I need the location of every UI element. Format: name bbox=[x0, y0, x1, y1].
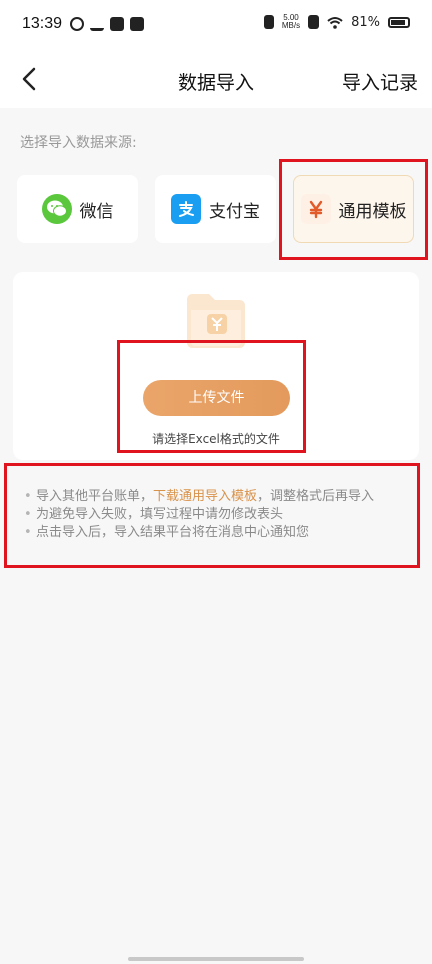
download-template-link[interactable]: 下载通用导入模板 bbox=[153, 488, 257, 506]
upload-card: 上传文件 请选择Excel格式的文件 bbox=[13, 272, 419, 460]
source-option-alipay[interactable]: 支付宝 bbox=[155, 175, 276, 243]
status-bar: 13:39 5.00 MB/s 81% bbox=[0, 0, 432, 52]
tiktok-icon bbox=[130, 17, 144, 31]
battery-percent: 81% bbox=[351, 14, 380, 30]
source-label-alipay: 支付宝 bbox=[209, 201, 260, 222]
wechat-icon bbox=[41, 194, 72, 224]
upload-hint: 请选择Excel格式的文件 bbox=[152, 432, 280, 446]
battery-icon bbox=[388, 16, 410, 28]
import-record-link[interactable]: 导入记录 bbox=[342, 68, 418, 95]
net-speed-unit: MB/s bbox=[281, 21, 301, 30]
sim-icon bbox=[308, 15, 320, 29]
alipay-icon bbox=[171, 194, 201, 224]
vibrate-icon bbox=[263, 15, 274, 29]
bullet-icon: • bbox=[24, 525, 32, 540]
app-notification-icon bbox=[70, 17, 84, 31]
note-item: • 为避免导入失败，填写过程中请勿修改表头 bbox=[24, 506, 414, 524]
crown-icon bbox=[90, 17, 104, 31]
source-option-template[interactable]: 通用模板 bbox=[293, 175, 414, 243]
import-notes: • 导入其他平台账单， 下载通用导入模板 ，调整格式后再导入 • 为避免导入失败，填… bbox=[24, 488, 414, 542]
upload-file-button[interactable]: 上传文件 bbox=[143, 380, 290, 416]
status-time: 13:39 bbox=[22, 15, 63, 32]
source-option-wechat[interactable]: 微信 bbox=[17, 175, 138, 243]
bullet-icon: • bbox=[24, 507, 32, 522]
source-section-label: 选择导入数据来源: bbox=[20, 135, 137, 151]
status-right: 5.00 MB/s 81% bbox=[263, 14, 410, 30]
net-speed: 5.00 MB/s bbox=[282, 14, 300, 30]
header: 数据导入 导入记录 bbox=[0, 52, 432, 108]
template-yen-icon bbox=[300, 194, 331, 224]
bullet-icon: • bbox=[24, 489, 32, 504]
note-item: • 导入其他平台账单， 下载通用导入模板 ，调整格式后再导入 bbox=[24, 488, 414, 506]
source-label-template: 通用模板 bbox=[338, 201, 407, 222]
notification-icons bbox=[70, 17, 144, 31]
note-3-text: 点击导入后，导入结果平台将在消息中心通知您 bbox=[36, 525, 310, 540]
note-1-prefix: 导入其他平台账单， bbox=[36, 489, 154, 504]
mail-icon bbox=[110, 17, 124, 31]
note-1-suffix: ，调整格式后再导入 bbox=[257, 489, 375, 504]
source-label-wechat: 微信 bbox=[79, 201, 114, 222]
wifi-icon bbox=[327, 16, 343, 29]
note-2-text: 为避免导入失败，填写过程中请勿修改表头 bbox=[36, 507, 284, 522]
note-item: • 点击导入后，导入结果平台将在消息中心通知您 bbox=[24, 524, 414, 542]
folder-icon bbox=[187, 294, 245, 348]
home-indicator[interactable] bbox=[128, 957, 304, 961]
